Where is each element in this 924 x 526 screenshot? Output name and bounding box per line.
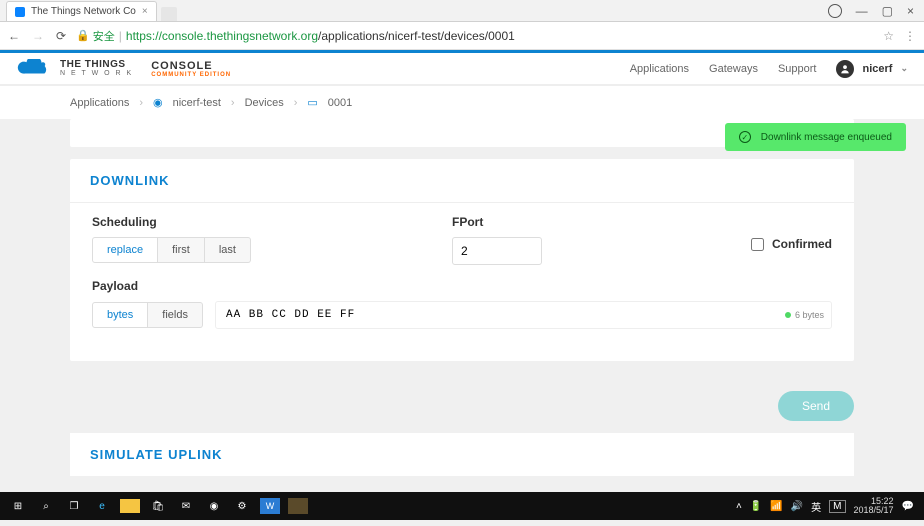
lock-icon: 🔒 安全 [76,28,115,44]
close-icon[interactable]: × [142,6,148,17]
profile-icon[interactable] [828,4,842,18]
bookmark-icon[interactable]: ☆ [883,29,894,43]
browser-tab[interactable]: The Things Network Co × [6,1,157,21]
clock[interactable]: 15:22 2018/5/17 [854,497,894,516]
ime-lang[interactable]: 英 [811,499,821,514]
search-icon[interactable]: ⌕ [32,492,60,520]
crumb-app[interactable]: nicerf-test [173,97,221,109]
confirmed-checkbox[interactable] [751,238,764,251]
start-icon[interactable]: ⊞ [4,492,32,520]
simulate-uplink-title: SIMULATE UPLINK [70,433,854,476]
payload-label: Payload [92,279,832,293]
status-dot-icon [785,312,791,318]
nav-support[interactable]: Support [778,63,817,75]
sound-icon[interactable]: 🔊 [791,501,803,512]
chrome-icon[interactable]: ◉ [200,492,228,520]
confirmed-label: Confirmed [772,237,832,251]
payload-mode-fields[interactable]: fields [148,302,203,328]
scheduling-group: replace first last [92,237,362,263]
tab-title: The Things Network Co [31,6,136,17]
device-icon: ▭ [307,96,317,109]
reload-icon[interactable]: ⟳ [56,29,66,43]
explorer-icon[interactable] [120,499,140,513]
scheduling-last[interactable]: last [205,237,251,263]
brand-text: THE THINGS N E T W O R K [60,60,133,77]
new-tab-button[interactable] [161,7,177,21]
scheduling-label: Scheduling [92,215,362,229]
scheduling-first[interactable]: first [158,237,205,263]
windows-taskbar: ⊞ ⌕ ❐ e 🛍 ✉ ◉ ⚙ W ˄ 🔋 📶 🔊 英 M 15:22 2018… [0,492,924,520]
scheduling-replace[interactable]: replace [92,237,158,263]
chevron-down-icon: ⌄ [900,63,908,74]
downlink-card: DOWNLINK Scheduling replace first last F… [70,159,854,361]
app-header: THE THINGS N E T W O R K CONSOLE COMMUNI… [0,53,924,85]
user-menu[interactable]: nicerf ⌄ [836,60,908,78]
fport-label: FPort [452,215,542,229]
avatar-icon [836,60,854,78]
notifications-icon[interactable]: 💬 [902,501,914,512]
minimize-icon[interactable]: — [856,4,868,18]
url-separator: | [119,29,122,43]
nav-gateways[interactable]: Gateways [709,63,758,75]
crumb-devices[interactable]: Devices [245,97,284,109]
favicon-icon [15,7,25,17]
downlink-title: DOWNLINK [70,159,854,203]
nav-applications[interactable]: Applications [630,63,689,75]
address-bar: ← → ⟳ 🔒 安全 | https://console.thethingsne… [0,22,924,50]
check-icon: ✓ [739,131,751,143]
window-controls: — ▢ × [818,0,924,22]
username: nicerf [862,63,892,75]
url-text: https://console.thethingsnetwork.org/app… [126,29,515,43]
kebab-icon[interactable]: ⋮ [904,29,916,43]
toast-text: Downlink message enqueued [761,132,892,143]
toast-success: ✓ Downlink message enqueued [725,123,906,151]
app-icon: ◉ [153,96,163,109]
forward-icon[interactable]: → [32,29,44,43]
tray-chevron-icon[interactable]: ˄ [736,501,742,512]
edge-icon[interactable]: e [88,492,116,520]
payload-input[interactable] [215,301,832,329]
payload-mode-bytes[interactable]: bytes [92,302,148,328]
url-field[interactable]: 🔒 安全 | https://console.thethingsnetwork.… [76,28,873,44]
taskview-icon[interactable]: ❐ [60,492,88,520]
payload-mode-group: bytes fields [92,302,203,328]
chevron-right-icon: › [231,97,235,109]
simulate-uplink-card: SIMULATE UPLINK [70,433,854,476]
ime-mode[interactable]: M [829,500,845,513]
breadcrumb: Applications › ◉ nicerf-test › Devices ›… [0,85,924,119]
payload-bytes-badge: 6 bytes [785,310,824,320]
wifi-icon[interactable]: 📶 [770,501,782,512]
chevron-right-icon: › [139,97,143,109]
maximize-icon[interactable]: ▢ [882,4,893,18]
console-label: CONSOLE COMMUNITY EDITION [151,60,231,78]
app-icon[interactable] [288,498,308,514]
secure-label: 安全 [93,28,115,44]
word-icon[interactable]: W [260,498,280,514]
send-button[interactable]: Send [778,391,854,421]
chevron-right-icon: › [294,97,298,109]
fport-input[interactable] [452,237,542,265]
battery-icon[interactable]: 🔋 [750,501,762,512]
close-window-icon[interactable]: × [907,4,914,18]
mail-icon[interactable]: ✉ [172,492,200,520]
brand[interactable]: THE THINGS N E T W O R K CONSOLE COMMUNI… [16,59,231,79]
back-icon[interactable]: ← [8,29,20,43]
cloud-icon [16,59,52,79]
crumb-applications[interactable]: Applications [70,97,129,109]
page-body: ✓ Downlink message enqueued DOWNLINK Sch… [0,119,924,526]
crumb-device[interactable]: 0001 [328,97,352,109]
browser-tabbar: The Things Network Co × — ▢ × [0,0,924,22]
settings-icon[interactable]: ⚙ [228,492,256,520]
store-icon[interactable]: 🛍 [144,492,172,520]
